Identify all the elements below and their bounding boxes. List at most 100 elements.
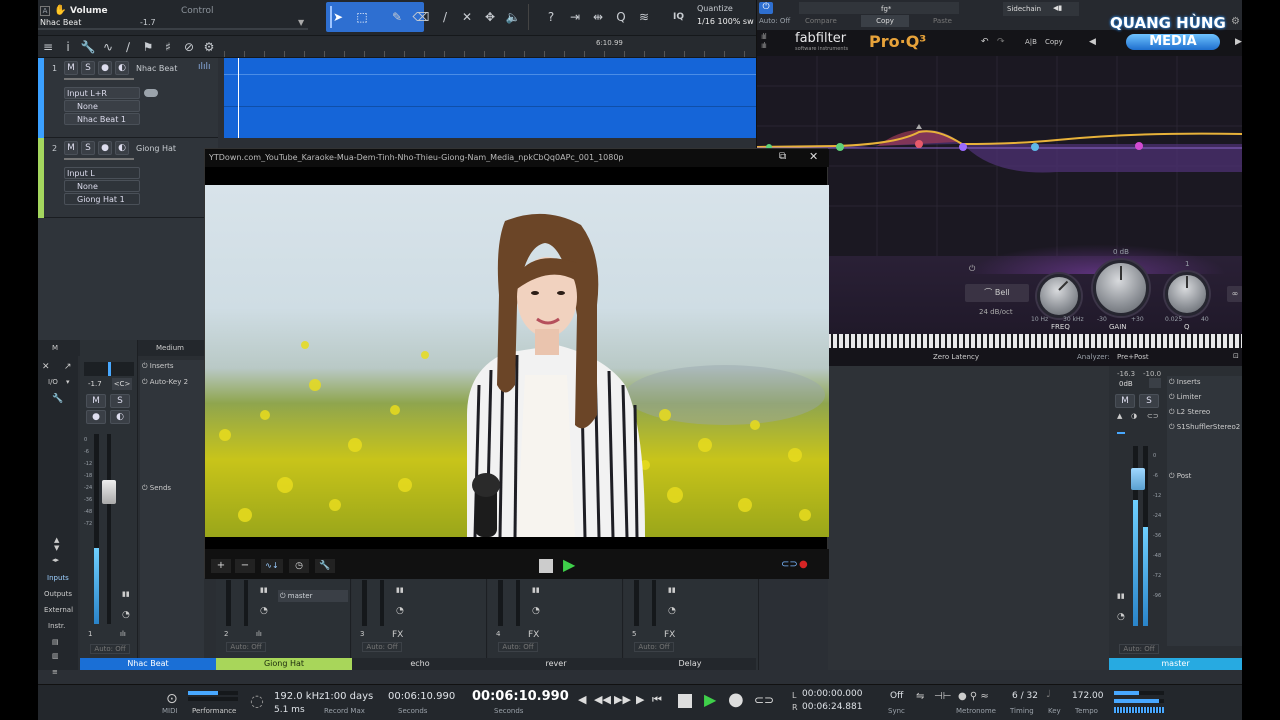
info-icon[interactable]: i bbox=[58, 37, 78, 57]
dropdown-icon[interactable]: ▼ bbox=[298, 18, 304, 27]
outputs-tab[interactable]: Outputs bbox=[44, 590, 72, 598]
video-frame[interactable] bbox=[205, 185, 829, 537]
track-2[interactable]: 2 M S ● ◐ Giong Hat Input L None Giong H… bbox=[38, 138, 218, 218]
output-select[interactable]: Nhac Beat 1 bbox=[64, 113, 140, 125]
loop-icon[interactable]: ⊂⊃ bbox=[754, 693, 774, 707]
paint-tool-icon[interactable]: / bbox=[435, 7, 455, 27]
ch3-auto[interactable]: Auto: Off bbox=[362, 642, 402, 652]
wrench-icon[interactable]: 🔧 bbox=[52, 394, 63, 404]
ch4-auto[interactable]: Auto: Off bbox=[498, 642, 538, 652]
master-mute[interactable]: M bbox=[1115, 394, 1135, 408]
piano-keyboard[interactable] bbox=[827, 334, 1242, 348]
eq-graph[interactable] bbox=[756, 56, 1242, 256]
audio-clip-nhac-beat[interactable] bbox=[224, 58, 756, 138]
record-button[interactable]: ● bbox=[98, 141, 112, 155]
automation-icon[interactable]: ∿ bbox=[98, 37, 118, 57]
ch1-record[interactable]: ● bbox=[86, 410, 106, 424]
record-button[interactable]: ● bbox=[98, 61, 112, 75]
auto-off[interactable]: Auto: Off bbox=[759, 17, 790, 25]
mute-button[interactable]: M bbox=[64, 61, 78, 75]
ch1-pan[interactable]: <C> bbox=[112, 378, 132, 390]
inputs-tab[interactable]: Inputs bbox=[47, 574, 69, 582]
snap-grid-icon[interactable]: ⇹ bbox=[588, 7, 608, 27]
playhead[interactable] bbox=[238, 58, 239, 138]
master-solo[interactable]: S bbox=[1139, 394, 1159, 408]
ch1-mute[interactable]: M bbox=[86, 394, 106, 408]
record-icon[interactable]: ● bbox=[799, 559, 808, 570]
undo-icon[interactable]: ↶ bbox=[981, 37, 989, 47]
range-tool-icon[interactable]: ⬚ bbox=[352, 7, 372, 27]
link-icon[interactable]: ∞ bbox=[1227, 286, 1242, 302]
snap-icon[interactable]: ⇥ bbox=[565, 7, 585, 27]
external-tab[interactable]: External bbox=[44, 606, 73, 614]
latency-label[interactable]: Zero Latency bbox=[933, 353, 979, 361]
expand-icon[interactable]: ↗ bbox=[64, 362, 72, 372]
ch1-fader-handle[interactable] bbox=[102, 480, 116, 504]
narrow-icon[interactable]: ▲ ▼ bbox=[54, 536, 59, 552]
dropdown-icon[interactable]: ▾ bbox=[66, 378, 70, 386]
audio-waveform-icon[interactable]: ∿↓ bbox=[261, 559, 283, 573]
ch1-monitor[interactable]: ◐ bbox=[110, 410, 130, 424]
gear-icon[interactable]: ⚙ bbox=[199, 37, 219, 57]
play-icon[interactable]: ▶ bbox=[704, 690, 716, 709]
list-icon[interactable]: ≡ bbox=[38, 37, 58, 57]
inserts-label[interactable]: ⏻ Inserts bbox=[1169, 378, 1201, 387]
insert-slot-2[interactable]: ⏻ L2 Stereo bbox=[1169, 408, 1210, 417]
pan-knob-icon[interactable]: ◔ bbox=[396, 606, 404, 616]
ch2-name[interactable]: Giong Hat bbox=[216, 658, 352, 670]
lock-icon[interactable]: ▮▮ bbox=[396, 586, 404, 594]
output-select[interactable]: Giong Hat 1 bbox=[64, 193, 140, 205]
metronome-icon[interactable]: ● ⚲ ≈ bbox=[958, 691, 989, 702]
curve-icon[interactable]: ∕ bbox=[118, 37, 138, 57]
stop-icon[interactable] bbox=[539, 559, 553, 573]
flag-icon[interactable]: ⚑ bbox=[138, 37, 158, 57]
instr-tab[interactable]: Instr. bbox=[48, 622, 65, 630]
wrench-icon[interactable]: 🔧 bbox=[78, 37, 98, 57]
loop-start[interactable]: 00:00:00.000 bbox=[802, 689, 862, 699]
eraser-tool-icon[interactable]: ⌫ bbox=[411, 7, 431, 27]
chord-icon[interactable]: ♯ bbox=[158, 37, 178, 57]
autopunch-icon[interactable]: ⊣⊢ bbox=[934, 691, 951, 702]
input-select[interactable]: Input L+R bbox=[64, 87, 140, 99]
send-select[interactable]: None bbox=[64, 100, 140, 112]
slope-label[interactable]: 24 dB/oct bbox=[979, 308, 1013, 316]
record-icon[interactable]: ● bbox=[728, 689, 744, 710]
timing-value[interactable]: 6 / 32 bbox=[1012, 691, 1038, 701]
mixer-m-tab[interactable]: M bbox=[52, 344, 58, 352]
main-time[interactable]: 00:06:10.990 bbox=[472, 689, 569, 704]
next-marker-icon[interactable]: ⏮ bbox=[652, 693, 662, 707]
toggle-icon[interactable] bbox=[144, 89, 158, 97]
split-tool-icon[interactable]: ✎ bbox=[387, 7, 407, 27]
master-auto[interactable]: Auto: Off bbox=[1119, 644, 1159, 654]
redo-icon[interactable]: ↷ bbox=[997, 37, 1005, 47]
inserts-label[interactable]: ⏻ Inserts bbox=[142, 362, 174, 371]
pan-knob-icon[interactable]: ◔ bbox=[122, 610, 130, 620]
master-fader-handle[interactable] bbox=[1131, 468, 1145, 490]
send-select[interactable]: None bbox=[64, 180, 140, 192]
volume-slider[interactable] bbox=[64, 158, 134, 160]
insert-slot-3[interactable]: ⏻ S1ShufflerStereo2 bbox=[1169, 423, 1240, 432]
post-label[interactable]: ⏻ Post bbox=[1169, 472, 1191, 481]
freq-knob[interactable] bbox=[1037, 274, 1081, 318]
phase-icon[interactable]: ◑ bbox=[1131, 412, 1137, 420]
mute-tool-icon[interactable]: ✕ bbox=[457, 7, 477, 27]
width-icon[interactable]: ◂▸ bbox=[52, 556, 59, 564]
ch1-solo[interactable]: S bbox=[110, 394, 130, 408]
stop-icon[interactable] bbox=[678, 694, 692, 708]
ch4-name[interactable]: rever bbox=[488, 658, 624, 670]
track-name[interactable]: Giong Hat bbox=[136, 144, 176, 153]
master-gain[interactable]: 0dB bbox=[1119, 380, 1133, 388]
ch3-name[interactable]: echo bbox=[352, 658, 488, 670]
quantize-value[interactable]: 1/16 100% sw bbox=[697, 17, 754, 26]
zoom-out-icon[interactable]: − bbox=[235, 559, 255, 573]
console-icon[interactable]: ▤ bbox=[52, 638, 59, 646]
ch5-name[interactable]: Delay bbox=[624, 658, 756, 670]
ch2-auto[interactable]: Auto: Off bbox=[226, 642, 266, 652]
wrench-icon[interactable]: 🔧 bbox=[315, 559, 335, 573]
preset-name[interactable]: fg* bbox=[881, 5, 891, 13]
pan-knob-icon[interactable]: ◔ bbox=[668, 606, 676, 616]
lock-icon[interactable]: ▮▮ bbox=[1117, 592, 1125, 600]
ch1-volume[interactable]: -1.7 bbox=[88, 380, 102, 388]
param-mode[interactable]: Control bbox=[181, 6, 214, 16]
link-icon[interactable]: ⊂⊃ bbox=[1147, 412, 1159, 420]
